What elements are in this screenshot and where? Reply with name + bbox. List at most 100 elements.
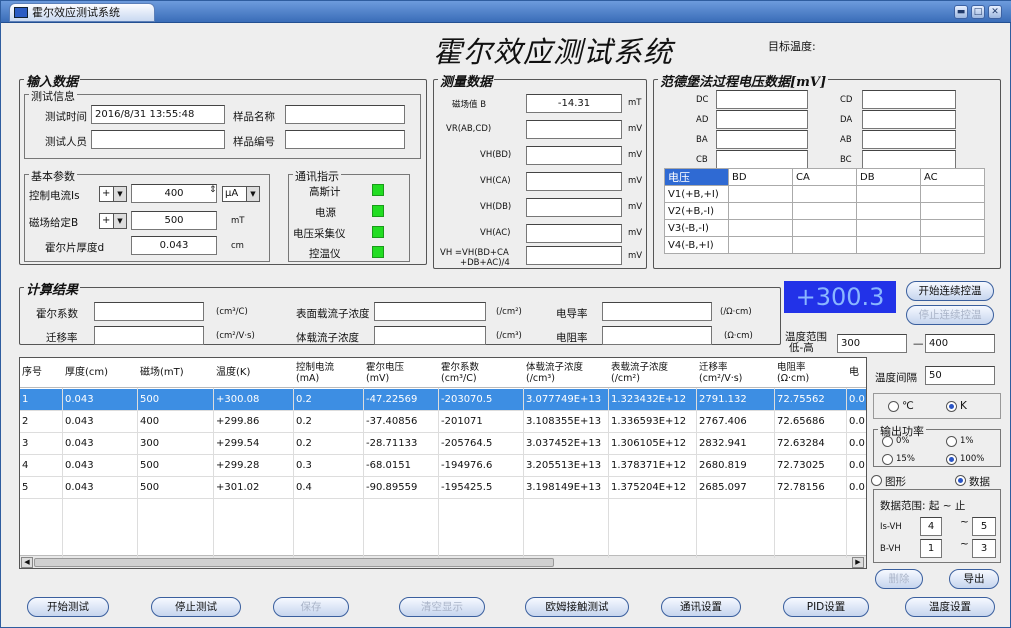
measure-label: VH(AC) (480, 228, 511, 238)
test-time-label: 测试时间 (45, 111, 87, 123)
current-sign-select[interactable]: + ▼ (99, 186, 127, 202)
table-header-cell[interactable]: 霍尔系数 (cm³/C) (441, 358, 479, 388)
window-tab[interactable]: 霍尔效应测试系统 (9, 3, 155, 22)
start-continuous-button[interactable]: 开始连续控温 (906, 281, 994, 301)
sample-no-field[interactable] (285, 130, 405, 149)
chevron-down-icon: ▼ (113, 187, 126, 201)
field-label: 磁场给定B (29, 217, 79, 229)
is-vh-start-input[interactable]: 4 (920, 517, 942, 536)
column-divider (523, 388, 524, 558)
table-row[interactable]: 3 0.043 300 +299.54 0.2 -28.71133 -205764.5 3.0… (20, 433, 866, 455)
table-header-cell[interactable]: 温度(K) (216, 358, 250, 388)
calc-title: 计算结果 (24, 279, 81, 298)
sample-name-field[interactable] (285, 105, 405, 124)
temp-high-input[interactable]: 400 (925, 334, 995, 353)
vh-unit: mV (628, 251, 643, 261)
power-label: 电源 (315, 207, 336, 219)
stop-continuous-button[interactable]: 停止连续控温 (906, 305, 994, 325)
scroll-thumb[interactable] (34, 558, 554, 567)
view-data-radio[interactable] (955, 475, 966, 486)
current-value-input[interactable]: 400 (131, 184, 217, 203)
table-cell: 3.037452E+13 (526, 438, 602, 449)
table-cell: 1.375204E+12 (611, 482, 687, 493)
bottom-button[interactable]: PID设置 (783, 597, 869, 617)
bottom-button[interactable]: 清空显示 (399, 597, 485, 617)
vdp-label-cb: CB (696, 155, 708, 165)
b-vh-start-input[interactable]: 1 (920, 539, 942, 558)
table-row[interactable]: 4 0.043 500 +299.28 0.3 -68.0151 -194976.6 3.20… (20, 455, 866, 477)
temp-low-input[interactable]: 300 (837, 334, 907, 353)
temp-interval-label: 温度间隔 (875, 372, 917, 384)
unit-c-radio[interactable] (888, 401, 899, 412)
measure-unit: mT (628, 98, 642, 108)
power-15-radio[interactable] (882, 454, 893, 465)
close-icon[interactable]: ✕ (988, 5, 1002, 19)
is-vh-end-input[interactable]: 5 (972, 517, 996, 536)
bottom-button[interactable]: 通讯设置 (661, 597, 741, 617)
table-cell: 5 (22, 482, 29, 493)
power-100-radio[interactable] (946, 454, 957, 465)
bulk-conc-label: 体载流子浓度 (296, 332, 359, 344)
spinner-icon[interactable]: ⇕ (209, 185, 217, 195)
table-header-cell[interactable]: 磁场(mT) (140, 358, 184, 388)
view-graph-radio[interactable] (871, 475, 882, 486)
table-header-cell[interactable]: 电 (849, 358, 859, 388)
table-row[interactable]: 1 0.043 500 +300.08 0.2 -47.22569 -203070.5 3.0… (20, 389, 866, 411)
hall-coef-unit: (cm³/C) (216, 307, 248, 317)
table-header-cell[interactable]: 迁移率 (cm²/V·s) (699, 358, 742, 388)
minimize-icon[interactable]: ▬ (954, 5, 968, 19)
table-cell: -47.22569 (366, 394, 418, 405)
vdp-label-ad: AD (696, 115, 709, 125)
b-vh-end-input[interactable]: 3 (972, 539, 996, 558)
hall-coef-label: 霍尔系数 (36, 308, 78, 320)
table-header-cell[interactable]: 体载流子浓度 (/cm³) (526, 358, 583, 388)
table-header-cell[interactable]: 表载流子浓度 (/cm²) (611, 358, 668, 388)
measure-value (526, 224, 622, 243)
table-header-cell[interactable]: 序号 (22, 358, 42, 388)
field-unit: mT (231, 216, 245, 226)
bottom-button[interactable]: 温度设置 (905, 597, 995, 617)
maximize-icon[interactable]: □ (971, 5, 985, 19)
unit-k-radio[interactable] (946, 401, 957, 412)
export-button[interactable]: 导出 (949, 569, 999, 589)
mobility-label: 迁移率 (46, 332, 78, 344)
table-cell: 0.043 (65, 438, 94, 449)
bottom-button[interactable]: 保存 (273, 597, 349, 617)
vdp-label-ab: AB (840, 135, 852, 145)
table-header-cell[interactable]: 控制电流 (mA) (296, 358, 334, 388)
table-cell: 0.4 (296, 482, 312, 493)
field-sign-select[interactable]: + ▼ (99, 213, 127, 229)
bottom-button[interactable]: 欧姆接触测试 (525, 597, 629, 617)
delete-button[interactable]: 删除 (875, 569, 923, 589)
test-time-field[interactable]: 2016/8/31 13:55:48 (91, 105, 225, 124)
table-header-cell[interactable]: 霍尔电压 (mV) (366, 358, 404, 388)
temp-interval-input[interactable]: 50 (925, 366, 995, 385)
table-header-cell[interactable]: 电阻率 (Ω·cm) (777, 358, 809, 388)
tester-field[interactable] (91, 130, 225, 149)
power-0-radio[interactable] (882, 436, 893, 447)
thickness-input[interactable]: 0.043 (131, 236, 217, 255)
table-cell: +300.08 (216, 394, 260, 405)
column-divider (363, 388, 364, 558)
table-cell: 300 (140, 438, 160, 449)
gaussmeter-status-led (372, 184, 384, 196)
vdp-input-ba (716, 130, 808, 149)
vdp-input-ab (862, 130, 956, 149)
scroll-left-icon[interactable]: ◀ (21, 557, 33, 568)
column-divider (137, 388, 138, 558)
bottom-button[interactable]: 开始测试 (27, 597, 109, 617)
table-cell: -28.71133 (366, 438, 418, 449)
horizontal-scrollbar[interactable]: ◀ ▶ (20, 555, 866, 568)
table-cell: 3.205513E+13 (526, 460, 602, 471)
power-1-radio[interactable] (946, 436, 957, 447)
table-header-cell[interactable]: 厚度(cm) (65, 358, 108, 388)
field-value-input[interactable]: 500 (131, 211, 217, 230)
current-unit-select[interactable]: μA ▼ (222, 186, 260, 202)
table-row[interactable]: 5 0.043 500 +301.02 0.4 -90.89559 -195425.5 3.1… (20, 477, 866, 499)
unit-k-label: K (960, 400, 967, 412)
table-row[interactable]: 2 0.043 400 +299.86 0.2 -37.40856 -201071 3.108… (20, 411, 866, 433)
bottom-button[interactable]: 停止测试 (151, 597, 241, 617)
table-cell: 0.043 (65, 460, 94, 471)
table-cell: 72.65686 (777, 416, 825, 427)
scroll-right-icon[interactable]: ▶ (852, 557, 864, 568)
